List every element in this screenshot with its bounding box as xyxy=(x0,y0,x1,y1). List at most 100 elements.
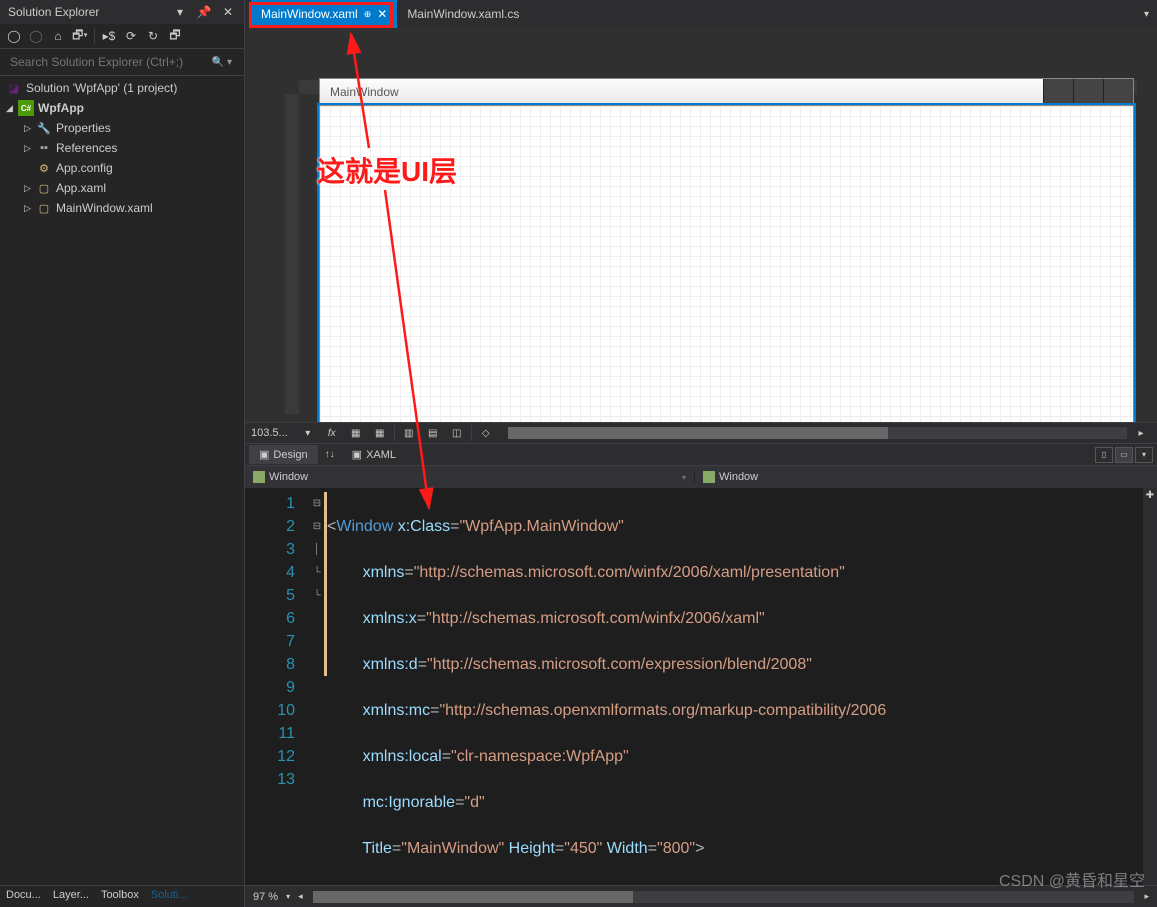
snap-c-icon[interactable]: ◫ xyxy=(447,424,467,442)
properties-node[interactable]: ▷ 🔧 Properties xyxy=(0,118,244,138)
mainwindow-node[interactable]: ▷ ▢ MainWindow.xaml xyxy=(0,198,244,218)
csharp-icon: C# xyxy=(18,100,34,116)
designer-pane: MainWindow 103.5... ▾ fx ▦ ▦ xyxy=(245,28,1157,466)
editor-status-bar: 97 % ▾ ◂ ▸ xyxy=(245,885,1157,907)
xaml-icon: ▣ xyxy=(352,448,362,461)
chevron-down-icon[interactable]: ▾ xyxy=(298,424,318,442)
properties-icon[interactable]: 🗗 xyxy=(167,28,183,44)
panel-title: Solution Explorer xyxy=(8,5,99,19)
back-icon[interactable]: ◯ xyxy=(6,28,22,44)
tab-mainwindow-cs[interactable]: MainWindow.xaml.cs xyxy=(397,0,529,28)
line-number-gutter: 12345678910111213 xyxy=(245,488,307,885)
config-icon: ⚙ xyxy=(36,160,52,176)
home-icon[interactable]: ⌂ xyxy=(50,28,66,44)
designer-tab-strip: ▣Design ↑↓ ▣XAML ▯ ▭ ▾ xyxy=(245,444,1157,466)
close-icon xyxy=(1103,79,1133,103)
editor-zoom[interactable]: 97 % xyxy=(253,891,278,903)
grid-b-icon[interactable]: ▦ xyxy=(370,424,390,442)
panel-title-bar: Solution Explorer ▾ 📌 ✕ xyxy=(0,0,244,24)
tab-xaml[interactable]: ▣XAML xyxy=(342,445,406,464)
selection-border xyxy=(317,103,1136,422)
forward-icon[interactable]: ◯ xyxy=(28,28,44,44)
pin-icon[interactable]: ⊕ xyxy=(364,9,372,20)
tab-document-outline[interactable]: Docu... xyxy=(0,886,47,907)
collapse-pane-button[interactable]: ▾ xyxy=(1135,447,1153,463)
scroll-left-icon[interactable]: ◂ xyxy=(298,891,303,902)
designer-zoom-toolbar: 103.5... ▾ fx ▦ ▦ ▥ ▤ ◫ ◇ ▸ xyxy=(245,422,1157,444)
wrench-icon: 🔧 xyxy=(36,120,52,136)
dropdown-icon[interactable]: ▾ xyxy=(172,4,188,20)
tab-mainwindow-xaml[interactable]: MainWindow.xaml ⊕ ✕ xyxy=(251,0,397,28)
code-editor[interactable]: 12345678910111213 ⊟⊟│└└ <Window x:Class=… xyxy=(245,488,1157,885)
appxaml-node[interactable]: ▷ ▢ App.xaml xyxy=(0,178,244,198)
sync-icon[interactable]: 🗗▾ xyxy=(72,28,88,44)
tabs-overflow-icon[interactable]: ▾ xyxy=(1136,5,1157,24)
wpf-client-area[interactable] xyxy=(319,106,1134,422)
separator xyxy=(94,28,95,44)
fx-icon[interactable]: fx xyxy=(322,424,342,442)
window-icon xyxy=(703,471,715,483)
snap-a-icon[interactable]: ▥ xyxy=(399,424,419,442)
maximize-icon xyxy=(1073,79,1103,103)
split-horizontal-button[interactable]: ▭ xyxy=(1115,447,1133,463)
tab-toolbox[interactable]: Toolbox xyxy=(95,886,145,907)
bottom-tab-strip: Docu... Layer... Toolbox Soluti... xyxy=(0,885,244,907)
window-icon xyxy=(253,471,265,483)
explorer-toolbar: ◯ ◯ ⌂ 🗗▾ ▸$ ⟳ ↻ 🗗 xyxy=(0,24,244,49)
hscroll[interactable] xyxy=(313,891,1135,903)
minimize-icon xyxy=(1043,79,1073,103)
split-icon[interactable]: ✚ xyxy=(1143,488,1157,502)
crumb-window-2[interactable]: Window xyxy=(695,471,1157,483)
swap-icon[interactable]: ↑↓ xyxy=(320,446,340,464)
solution-tree: ◪ Solution 'WpfApp' (1 project) ◢ C# Wpf… xyxy=(0,76,244,885)
overview-ruler[interactable]: ✚ xyxy=(1143,488,1157,885)
refresh-icon[interactable]: ⟳ xyxy=(123,28,139,44)
wpf-title-buttons xyxy=(1043,79,1133,103)
pin-icon[interactable]: 📌 xyxy=(196,4,212,20)
xaml-icon: ▢ xyxy=(36,180,52,196)
chevron-down-icon[interactable]: ▾ xyxy=(286,892,290,901)
snap-b-icon[interactable]: ▤ xyxy=(423,424,443,442)
scroll-right-icon[interactable]: ▸ xyxy=(1144,891,1149,902)
ruler-vertical xyxy=(285,94,299,414)
design-icon: ▣ xyxy=(259,448,269,461)
code-content[interactable]: <Window x:Class="WpfApp.MainWindow" xmln… xyxy=(327,488,1143,885)
zoom-level[interactable]: 103.5... xyxy=(251,427,294,439)
wpf-titlebar: MainWindow xyxy=(319,78,1134,106)
references-node[interactable]: ▷ ▪▪ References xyxy=(0,138,244,158)
tab-design[interactable]: ▣Design xyxy=(249,445,318,464)
wpf-window-preview[interactable]: MainWindow xyxy=(319,78,1134,422)
search-input[interactable] xyxy=(6,51,206,73)
solution-icon: ◪ xyxy=(6,80,22,96)
tab-solution-explorer[interactable]: Soluti... xyxy=(145,886,194,907)
solution-node[interactable]: ◪ Solution 'WpfApp' (1 project) xyxy=(0,78,244,98)
design-canvas[interactable]: MainWindow xyxy=(245,28,1157,422)
collapse-icon[interactable]: ↻ xyxy=(145,28,161,44)
hscroll[interactable] xyxy=(508,427,1127,439)
expand-icon[interactable]: ▷ xyxy=(24,143,36,154)
split-vertical-button[interactable]: ▯ xyxy=(1095,447,1113,463)
scroll-right-icon[interactable]: ▸ xyxy=(1131,424,1151,442)
expand-icon[interactable]: ▷ xyxy=(24,183,36,194)
grid-a-icon[interactable]: ▦ xyxy=(346,424,366,442)
search-row: 🔍 ▾ xyxy=(0,49,244,76)
tab-layers[interactable]: Layer... xyxy=(47,886,95,907)
change-marker xyxy=(324,492,327,676)
main-area: MainWindow.xaml ⊕ ✕ MainWindow.xaml.cs ▾… xyxy=(245,0,1157,907)
appconfig-node[interactable]: ⚙ App.config xyxy=(0,158,244,178)
expand-icon[interactable]: ▷ xyxy=(24,123,36,134)
project-node[interactable]: ◢ C# WpfApp xyxy=(0,98,244,118)
chevron-down-icon[interactable]: ▾ xyxy=(682,473,686,482)
close-icon[interactable]: ✕ xyxy=(377,7,387,21)
xaml-icon: ▢ xyxy=(36,200,52,216)
lock-icon[interactable]: ◇ xyxy=(476,424,496,442)
code-editor-pane: 12345678910111213 ⊟⊟│└└ <Window x:Class=… xyxy=(245,488,1157,907)
solution-explorer-panel: Solution Explorer ▾ 📌 ✕ ◯ ◯ ⌂ 🗗▾ ▸$ ⟳ ↻ … xyxy=(0,0,245,907)
expand-icon[interactable]: ◢ xyxy=(6,103,18,114)
search-options-icon[interactable]: 🔍 ▾ xyxy=(206,55,238,70)
expand-icon[interactable]: ▷ xyxy=(24,203,36,214)
show-all-icon[interactable]: ▸$ xyxy=(101,28,117,44)
close-icon[interactable]: ✕ xyxy=(220,4,236,20)
hscroll-thumb[interactable] xyxy=(313,891,633,903)
crumb-window-1[interactable]: Window ▾ xyxy=(245,471,695,483)
